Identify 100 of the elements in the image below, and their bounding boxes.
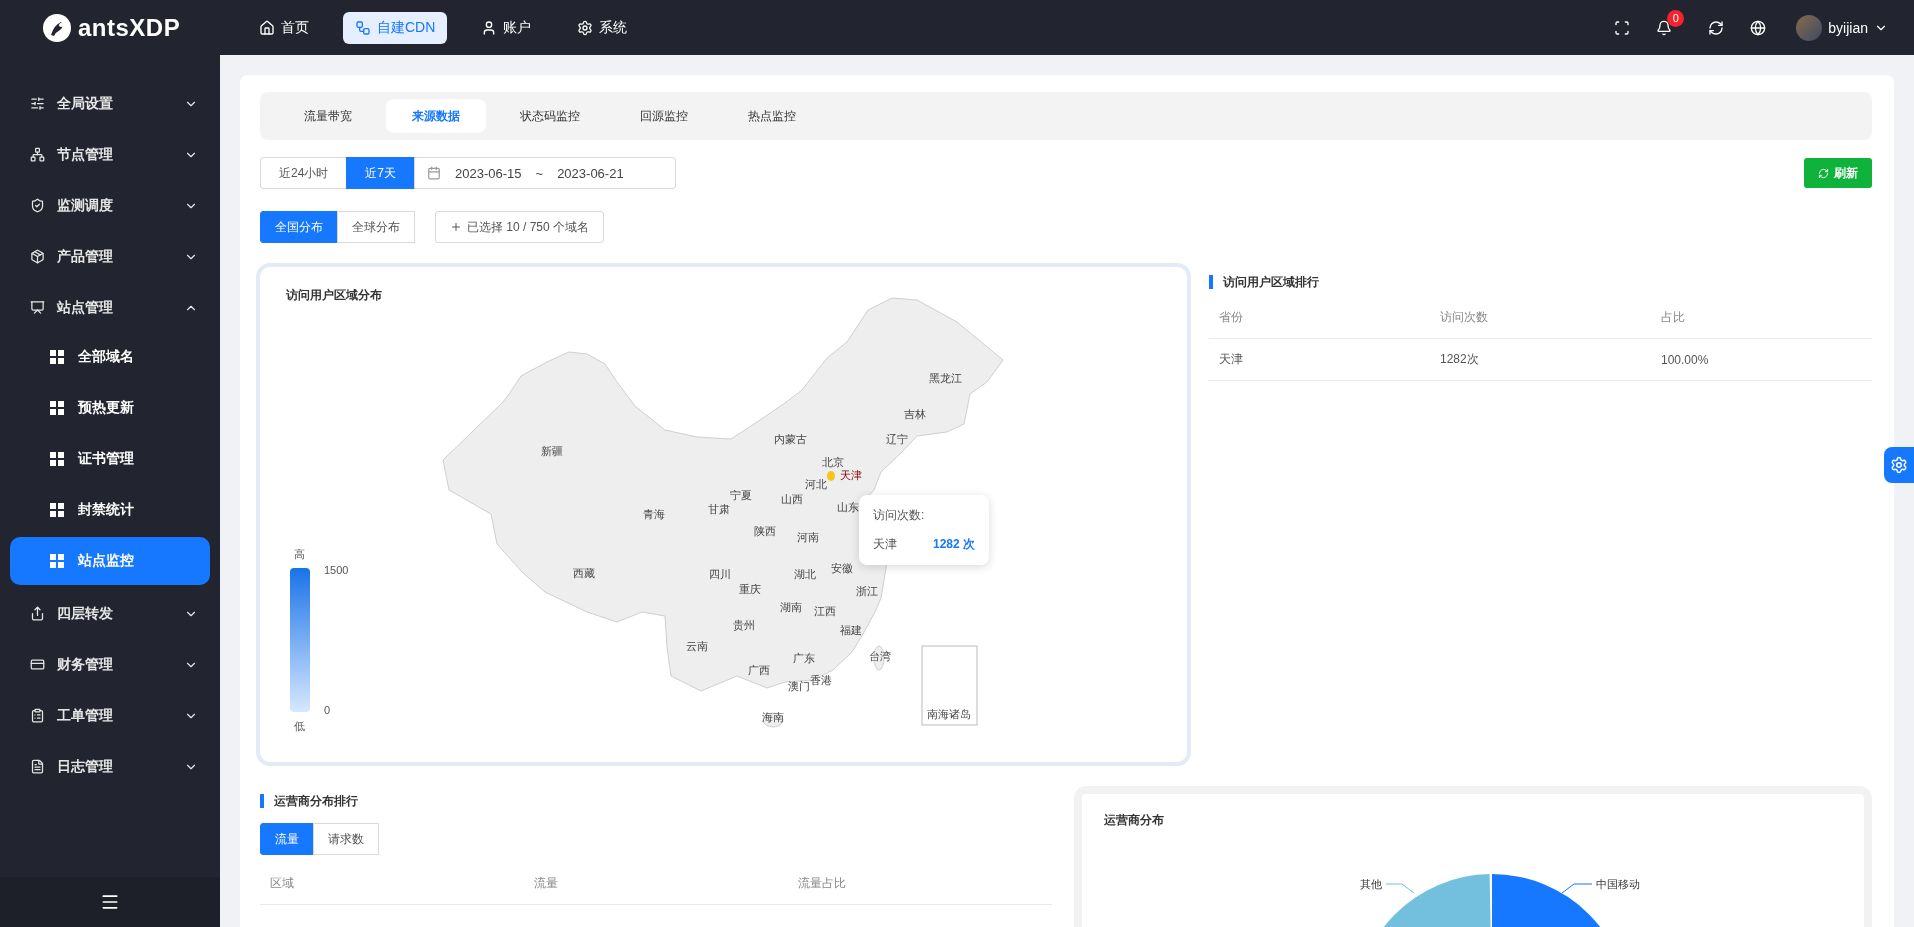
table-cell: 100.00% [1651,338,1872,381]
region-label: 安徽 [831,562,853,574]
notification-button[interactable]: 0 [1654,9,1685,38]
logo-text: antsXDP [78,13,181,42]
region-label: 新疆 [541,445,563,457]
calendar-icon [427,166,442,180]
region-label: 贵州 [733,619,755,631]
avatar [1796,14,1823,41]
table-cell: 天津 [1209,338,1430,381]
region-label: 河南 [797,531,819,543]
table-header-cell: 占比 [1651,297,1872,339]
sidebar-item-label: 工单管理 [57,706,114,725]
plus-icon [450,221,462,233]
region-label: 湖北 [794,568,816,580]
region-label: 内蒙古 [773,433,807,445]
nav-tab[interactable]: 账户 [469,11,544,44]
region-label: 江西 [814,605,836,617]
nav-tab[interactable]: 自建CDN [343,11,448,44]
tab[interactable]: 流量带宽 [278,99,378,133]
region-label: 天津 [840,469,862,481]
tooltip-region: 天津 [873,536,897,553]
sidebar-item[interactable]: 节点管理 [0,129,220,180]
region-label: 香港 [810,674,832,686]
sidebar-item-label: 四层转发 [57,604,114,623]
tab[interactable]: 回源监控 [614,99,714,133]
sidebar-item[interactable]: 站点管理 [0,282,220,333]
region-label: 青海 [643,508,665,520]
scope-option[interactable]: 全国分布 [260,211,338,243]
chart-title: 运营商分布 [1104,812,1165,829]
panel-title: 访问用户区域分布 [285,287,383,304]
sidebar-item-label: 监测调度 [57,196,114,215]
date-range-field[interactable]: 2023-06-15 ~ 2023-06-21 [414,157,677,189]
grid-icon [50,350,64,364]
sidebar-item-label: 站点管理 [57,298,114,317]
menu-item-icon [30,606,45,621]
refresh-icon [1818,167,1829,179]
pie-label: 其他 [1360,878,1382,890]
menu-item-icon [30,147,45,162]
tab[interactable]: 状态码监控 [494,99,606,133]
sidebar-item-label: 财务管理 [57,655,114,674]
grid-icon [50,554,64,568]
user-menu[interactable]: byijian [1790,13,1894,42]
tab[interactable]: 热点监控 [722,99,822,133]
menu-item-icon [30,249,45,264]
settings-button[interactable] [1884,447,1914,483]
region-label: 福建 [840,624,862,636]
time-range-option[interactable]: 近24小时 [260,157,348,189]
sidebar-item[interactable]: 全局设置 [0,78,220,129]
scope-option[interactable]: 全球分布 [337,211,415,243]
grid-icon [50,503,64,517]
region-label: 四川 [709,568,731,580]
region-label: 辽宁 [886,433,908,445]
menu-item-icon [30,198,45,213]
grid-icon [50,452,64,466]
sidebar-item[interactable]: 监测调度 [0,180,220,231]
region-label: 西藏 [573,567,595,579]
region-label: 重庆 [739,583,761,595]
region-label: 吉林 [904,408,926,420]
table-header-cell: 访问次数 [1430,297,1651,339]
leader-line [1561,883,1593,894]
tooltip-title: 访问次数: [873,507,926,524]
menu-item-icon [30,708,45,723]
table-header-cell: 流量占比 [788,863,1052,905]
region-label: 山东 [837,501,859,513]
sidebar-subitem[interactable]: 站点监控 [10,537,210,585]
logo-icon [42,12,72,43]
sidebar-item[interactable]: 工单管理 [0,690,220,741]
region-label: 台湾 [869,650,891,662]
region-label: 北京 [822,456,844,468]
sidebar-subitem[interactable]: 封禁统计 [10,486,210,534]
nav-tab[interactable]: 系统 [565,11,640,44]
sidebar-item[interactable]: 财务管理 [0,639,220,690]
end-date: 2023-06-21 [557,165,624,181]
region-label: 浙江 [856,585,878,597]
metric-option[interactable]: 请求数 [313,823,379,855]
metric-option[interactable]: 流量 [260,823,314,855]
sidebar-item[interactable]: 产品管理 [0,231,220,282]
start-date: 2023-06-15 [455,165,522,181]
settings-icon [577,19,594,36]
table-cell: 1282次 [1430,338,1651,381]
nav-tab[interactable]: 首页 [247,11,321,44]
region-label: 山西 [781,493,803,505]
menu-item-icon [30,300,45,315]
region-label: 广西 [748,664,770,676]
sidebar-subitem[interactable]: 预热更新 [10,384,210,432]
menu-icon[interactable] [100,892,120,912]
table-header-cell: 省份 [1209,297,1430,339]
sidebar-subitem[interactable]: 全部域名 [10,333,210,381]
table-header-cell: 流量 [524,863,788,905]
domain-picker-button[interactable]: 已选择 10 / 750 个域名 [435,211,605,243]
tab[interactable]: 来源数据 [386,99,486,133]
sidebar-item[interactable]: 四层转发 [0,588,220,639]
region-label: 广东 [793,652,815,664]
home-icon [259,19,275,36]
sidebar-subitem[interactable]: 证书管理 [10,435,210,483]
sidebar-item-label: 节点管理 [57,145,114,164]
menu-item-icon [30,657,45,672]
sidebar-item[interactable]: 日志管理 [0,741,220,792]
time-range-option[interactable]: 近7天 [346,157,416,189]
sidebar-item-label: 日志管理 [57,757,114,776]
